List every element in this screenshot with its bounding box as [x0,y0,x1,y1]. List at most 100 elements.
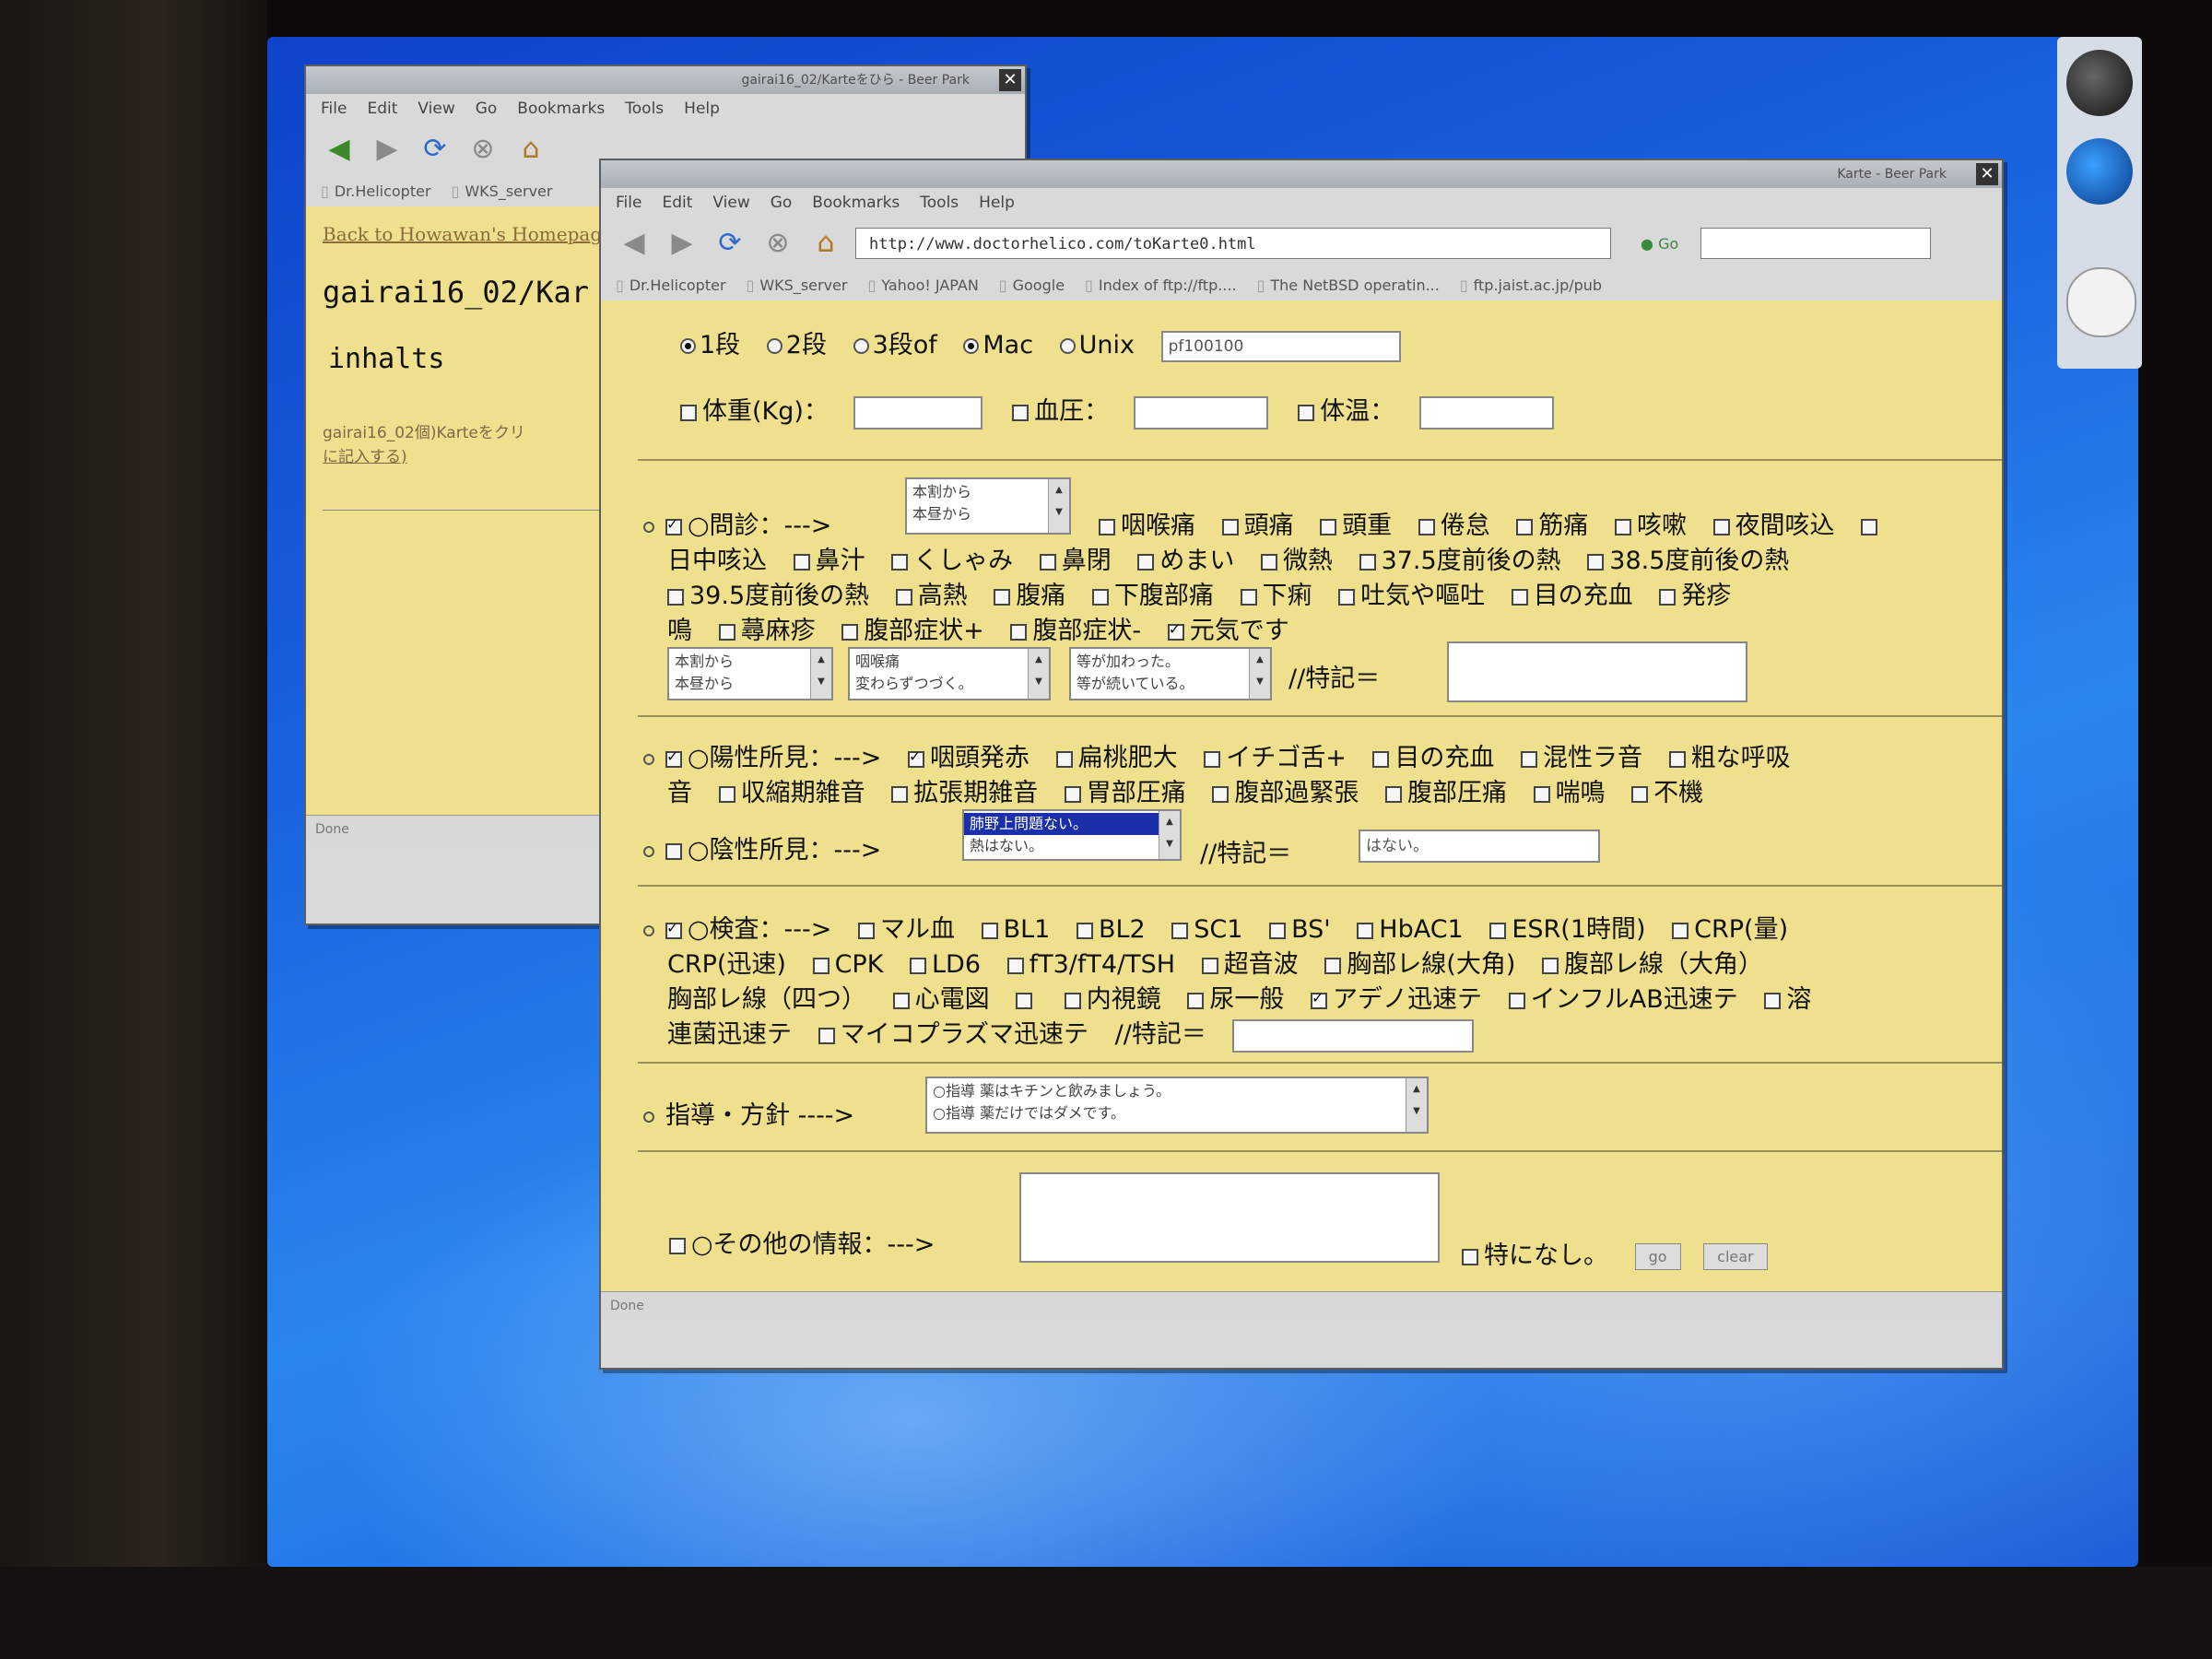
test-checkbox[interactable]: 超音波 [1201,950,1299,979]
bookmark-item[interactable]: WKS_server [747,276,847,294]
finding-checkbox[interactable]: 胃部圧痛 [1064,779,1186,807]
scroll-arrows-icon[interactable]: ▲ ▼ [1028,649,1049,699]
list-option[interactable]: 本昼から [912,503,1045,525]
search-input[interactable] [1700,228,1932,259]
home-icon[interactable]: ⌂ [807,225,844,262]
menu-bookmarks[interactable]: Bookmarks [812,194,900,212]
onset-select[interactable]: 本割から 本昼から ▲ ▼ [667,647,833,700]
menu-edit[interactable]: Edit [367,100,397,118]
test-checkbox[interactable]: マル血 [858,915,955,944]
close-icon[interactable]: ✕ [999,69,1021,91]
symptom-checkbox[interactable]: 頭痛 [1221,512,1294,540]
test-checkbox[interactable]: 腹部レ線（大角） [1541,950,1763,979]
list-option[interactable]: 本割から [912,481,1045,503]
kensa-tokki-input[interactable] [1232,1018,1475,1053]
list-option[interactable]: ○指導 薬はキチンと飲みましょう。 [933,1080,1403,1102]
scroll-arrows-icon[interactable]: ▲ ▼ [1159,811,1180,859]
symptom-checkbox[interactable]: 夜間咳込 [1712,512,1835,540]
test-checkbox[interactable]: インフルAB迅速テ [1508,985,1738,1014]
list-option[interactable]: ○指導 薬だけではダメです。 [933,1102,1403,1124]
close-icon[interactable]: ✕ [1976,163,1998,185]
list-option[interactable]: 等が加わった。 [1077,651,1246,673]
go-submit-button[interactable]: go [1634,1243,1681,1270]
scroll-arrows-icon[interactable]: ▲ ▼ [810,649,831,699]
finding-checkbox[interactable]: イチゴ舌+ [1204,744,1347,772]
menu-tools[interactable]: Tools [625,100,664,118]
bp-input[interactable] [1133,395,1268,429]
url-input[interactable]: http://www.doctorhelico.com/toKarte0.htm… [855,228,1611,259]
go-button[interactable]: ● Go [1641,235,1678,253]
radio-3dan[interactable]: 3段of [853,331,937,359]
globe-icon[interactable] [2066,138,2133,205]
list-option[interactable]: 変わらずつづく。 [855,673,1025,695]
symptom-checkbox[interactable]: 蕁麻疹 [718,617,816,645]
yousei-checkbox[interactable] [665,747,682,768]
menu-bookmarks[interactable]: Bookmarks [517,100,605,118]
finding-checkbox[interactable]: 不機 [1631,779,1703,807]
bookmark-item[interactable]: ftp.jaist.ac.jp/pub [1460,276,1602,294]
sonota-textarea[interactable] [1019,1172,1440,1263]
radio-1dan[interactable]: 1段 [680,331,740,359]
list-option[interactable]: 熱はない。 [970,835,1156,857]
finding-checkbox[interactable]: 咽頭発赤 [908,744,1030,772]
symptom-checkbox[interactable]: 吐気や嘔吐 [1338,582,1485,610]
symptom-checkbox[interactable]: 鼻閉 [1039,547,1112,575]
symptom-checkbox[interactable]: 微熱 [1260,547,1333,575]
browser-window-front[interactable]: Karte - Beer Park ✕ File Edit View Go Bo… [599,159,2004,1370]
symptom-checkbox[interactable]: 38.5度前後の熱 [1587,547,1789,575]
test-checkbox[interactable]: ESR(1時間) [1489,915,1646,944]
symptom-checkbox[interactable]: 筋痛 [1516,512,1588,540]
weight-input[interactable] [853,395,982,429]
symptom-checkbox[interactable]: 腹部症状+ [841,617,984,645]
progress-select[interactable]: 等が加わった。 等が続いている。 ▲ ▼ [1069,647,1272,700]
sonota-checkbox[interactable] [669,1237,686,1254]
test-checkbox[interactable]: BL1 [981,915,1050,944]
kensa-checkbox[interactable] [665,919,682,939]
finding-checkbox[interactable]: 扁桃肥大 [1055,744,1178,772]
test-checkbox[interactable]: CRP(量) [1672,915,1788,944]
test-checkbox[interactable]: BS' [1269,915,1331,944]
test-checkbox[interactable]: 心電図 [892,985,990,1014]
list-option[interactable]: 本割から [675,651,807,673]
symptom-checkbox[interactable]: 39.5度前後の熱 [667,582,869,610]
insei-tokki-input[interactable]: はない。 [1359,830,1600,863]
menu-file[interactable]: File [321,100,347,118]
symptom-checkbox[interactable]: 咳嗽 [1614,512,1687,540]
bookmark-item[interactable]: Yahoo! JAPAN [867,276,979,294]
menu-file[interactable]: File [616,194,641,212]
symptom-checkbox[interactable]: 下腹部痛 [1091,582,1214,610]
list-option[interactable]: 咽喉痛 [855,651,1025,673]
symptom-checkbox[interactable]: 高熱 [895,582,968,610]
temp-input[interactable] [1418,395,1554,429]
test-checkbox[interactable]: 内視鏡 [1064,985,1161,1014]
test-checkbox[interactable] [1016,985,1038,1014]
back-arrow-icon[interactable]: ◀ [616,225,653,262]
symptom-checkbox[interactable]: 倦怠 [1418,512,1490,540]
menu-go[interactable]: Go [476,100,498,118]
clear-button[interactable]: clear [1703,1243,1768,1270]
finding-checkbox[interactable]: 目の充血 [1372,744,1494,772]
symptom-checkbox[interactable]: 37.5度前後の熱 [1359,547,1561,575]
monshin-checkbox[interactable] [665,515,682,535]
reload-icon[interactable]: ⟳ [712,225,748,262]
test-checkbox[interactable]: CPK [812,950,883,979]
nashi-checkbox[interactable]: 特になし。 [1462,1241,1608,1270]
test-checkbox[interactable]: 溶 [1764,985,1811,1014]
radio-2dan[interactable]: 2段 [766,331,827,359]
monshin-tokki-input[interactable] [1447,641,1747,702]
menu-help[interactable]: Help [979,194,1015,212]
genki-checkbox[interactable]: 元気です [1167,617,1289,645]
shidou-listbox[interactable]: ○指導 薬はキチンと飲みましょう。 ○指導 薬だけではダメです。 ▲ ▼ [925,1077,1429,1134]
forward-arrow-icon[interactable]: ▶ [664,225,700,262]
list-option[interactable]: 本昼から [675,673,807,695]
stop-icon[interactable]: ⊗ [465,131,501,168]
code-input[interactable]: pf100100 [1160,330,1401,362]
test-checkbox[interactable]: LD6 [910,950,981,979]
bookmark-item[interactable]: Dr.Helicopter [616,276,726,294]
title-bar[interactable]: Karte - Beer Park ✕ [601,160,2002,188]
finding-checkbox[interactable]: 粗な呼吸 [1668,744,1791,772]
menu-edit[interactable]: Edit [662,194,692,212]
test-checkbox[interactable]: 胸部レ線(大角) [1324,950,1515,979]
reload-icon[interactable]: ⟳ [417,131,453,168]
insei-checkbox[interactable] [665,842,682,860]
